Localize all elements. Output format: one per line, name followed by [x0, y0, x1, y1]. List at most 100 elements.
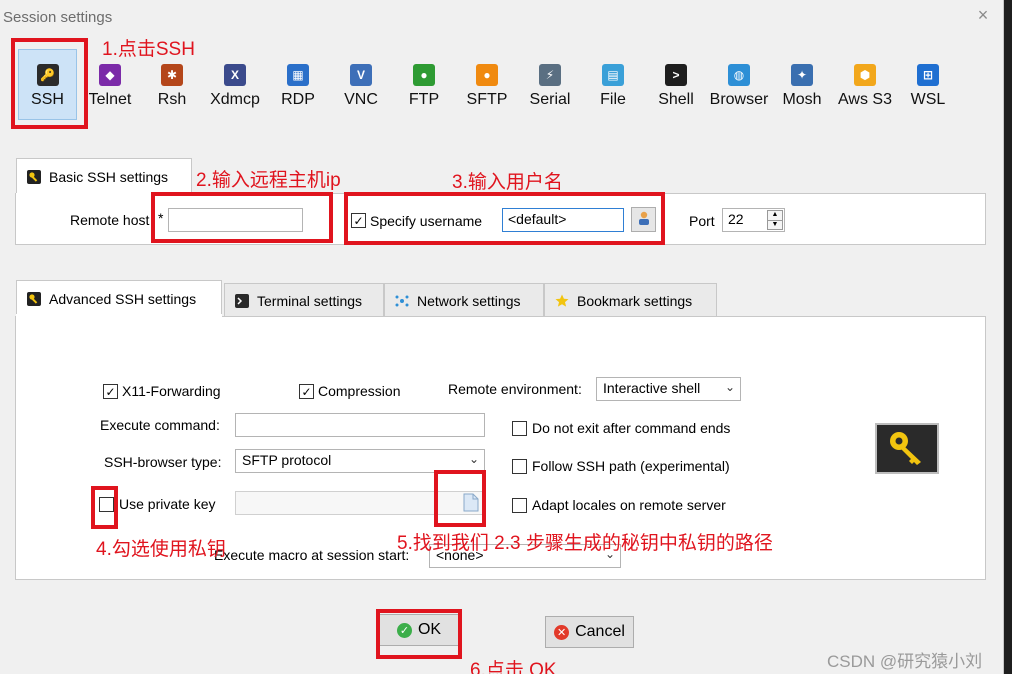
annotation-4: 4.勾选使用私钥	[96, 539, 226, 560]
wsl-icon: ⊞	[917, 64, 939, 86]
x11-forwarding-label: X11-Forwarding	[122, 383, 221, 399]
remote-environment-label: Remote environment:	[448, 381, 582, 397]
session-type-rdp[interactable]: ▦ RDP	[267, 60, 329, 118]
session-type-serial[interactable]: ⚡ Serial	[519, 60, 581, 118]
do-not-exit-checkbox[interactable]	[512, 421, 527, 436]
tab-label: Terminal settings	[257, 292, 363, 309]
session-type-label: Shell	[658, 91, 694, 108]
star-icon	[555, 294, 569, 308]
chevron-down-icon: ⌄	[724, 380, 735, 394]
tab-basic-ssh-settings[interactable]: Basic SSH settings	[16, 158, 192, 194]
vnc-icon: V	[350, 64, 372, 86]
session-type-telnet[interactable]: ◆ Telnet	[79, 60, 141, 118]
execute-command-input[interactable]	[235, 413, 485, 437]
annotation-1: 1.点击SSH	[102, 39, 195, 60]
cancel-button[interactable]: ✕ Cancel	[545, 616, 634, 648]
follow-ssh-path-checkbox[interactable]	[512, 459, 527, 474]
session-type-label: Rsh	[157, 91, 187, 108]
spin-up-icon[interactable]: ▲	[767, 210, 783, 221]
follow-ssh-path-label: Follow SSH path (experimental)	[532, 458, 730, 474]
tab-label: Bookmark settings	[577, 292, 693, 309]
annotation-6: 6.点击 OK	[470, 660, 557, 674]
key-icon	[27, 169, 41, 184]
execute-macro-label: Execute macro at session start:	[214, 547, 410, 563]
session-type-mosh[interactable]: ✦ Mosh	[771, 60, 833, 118]
session-type-label: Aws S3	[838, 91, 892, 108]
session-type-label: Serial	[529, 91, 571, 108]
adapt-locales-checkbox[interactable]	[512, 498, 527, 513]
annotation-box-ssh	[11, 38, 88, 129]
tab-network-settings[interactable]: Network settings	[384, 283, 544, 317]
watermark: CSDN @研究猿小刘	[827, 652, 983, 671]
compression-label: Compression	[318, 383, 401, 399]
cancel-label: Cancel	[575, 623, 625, 640]
annotation-3: 3.输入用户名	[452, 172, 563, 193]
annotation-box-key-path	[434, 470, 486, 527]
port-label: Port	[689, 213, 715, 229]
port-spinner[interactable]: ▲ ▼	[767, 210, 783, 230]
compression-checkbox[interactable]: ✓	[299, 384, 314, 399]
file-icon: ▤	[602, 64, 624, 86]
annotation-box-ok	[376, 609, 462, 659]
window-title: Session settings	[3, 9, 113, 26]
ssh-browser-type-label: SSH-browser type:	[104, 454, 222, 470]
remote-environment-select[interactable]: Interactive shell ⌄	[596, 377, 741, 401]
session-type-label: Browser	[709, 91, 769, 108]
tab-terminal-settings[interactable]: Terminal settings	[224, 283, 384, 317]
session-type-browser[interactable]: ◍ Browser	[708, 60, 770, 118]
terminal-icon	[235, 293, 249, 308]
session-type-shell[interactable]: > Shell	[645, 60, 707, 118]
session-type-xdmcp[interactable]: X Xdmcp	[204, 60, 266, 118]
tab-label: Network settings	[417, 292, 521, 309]
select-value: SFTP protocol	[242, 452, 332, 468]
mosh-icon: ✦	[791, 64, 813, 86]
session-type-label: WSL	[910, 91, 946, 108]
session-type-label: RDP	[281, 91, 315, 108]
close-icon[interactable]: ×	[974, 6, 992, 24]
rsh-icon: ✱	[161, 64, 183, 86]
key-icon	[887, 429, 927, 468]
annotation-box-username	[344, 192, 665, 245]
ssh-key-image	[875, 423, 939, 474]
x11-forwarding-checkbox[interactable]: ✓	[103, 384, 118, 399]
session-type-sftp[interactable]: ● SFTP	[456, 60, 518, 118]
session-type-label: Telnet	[88, 91, 132, 108]
tab-advanced-ssh-settings[interactable]: Advanced SSH settings	[16, 280, 222, 316]
session-type-label: SFTP	[466, 91, 508, 108]
session-type-rsh[interactable]: ✱ Rsh	[141, 60, 203, 118]
tab-label: Basic SSH settings	[49, 168, 169, 185]
annotation-5: 5.找到我们 2.3 步骤生成的秘钥中私钥的路径	[397, 533, 773, 554]
aws-s3-icon: ⬢	[854, 64, 876, 86]
session-type-ftp[interactable]: ● FTP	[393, 60, 455, 118]
session-type-aws-s3[interactable]: ⬢ Aws S3	[834, 60, 896, 118]
chevron-down-icon: ⌄	[468, 452, 479, 466]
session-type-label: Mosh	[782, 91, 822, 108]
telnet-icon: ◆	[99, 64, 121, 86]
key-icon	[27, 291, 41, 306]
active-tab-joiner	[16, 314, 222, 318]
annotation-2: 2.输入远程主机ip	[196, 170, 341, 191]
session-type-label: Xdmcp	[210, 91, 260, 108]
session-type-label: VNC	[344, 91, 378, 108]
ftp-icon: ●	[413, 64, 435, 86]
background-strip	[1004, 0, 1012, 674]
network-icon	[395, 294, 409, 308]
adapt-locales-label: Adapt locales on remote server	[532, 497, 726, 513]
session-type-label: FTP	[408, 91, 440, 108]
session-type-file[interactable]: ▤ File	[582, 60, 644, 118]
rdp-icon: ▦	[287, 64, 309, 86]
tab-label: Advanced SSH settings	[49, 290, 197, 307]
use-private-key-label: Use private key	[119, 496, 216, 512]
tab-bookmark-settings[interactable]: Bookmark settings	[544, 283, 717, 317]
annotation-box-remote-host	[151, 192, 333, 243]
cancel-icon: ✕	[554, 624, 570, 640]
session-type-label: File	[600, 91, 626, 108]
shell-icon: >	[665, 64, 687, 86]
execute-command-label: Execute command:	[100, 417, 220, 433]
do-not-exit-label: Do not exit after command ends	[532, 420, 731, 436]
session-type-wsl[interactable]: ⊞ WSL	[897, 60, 959, 118]
browser-icon: ◍	[728, 64, 750, 86]
session-type-vnc[interactable]: V VNC	[330, 60, 392, 118]
annotation-box-private-key	[91, 486, 118, 529]
spin-down-icon[interactable]: ▼	[767, 220, 783, 230]
